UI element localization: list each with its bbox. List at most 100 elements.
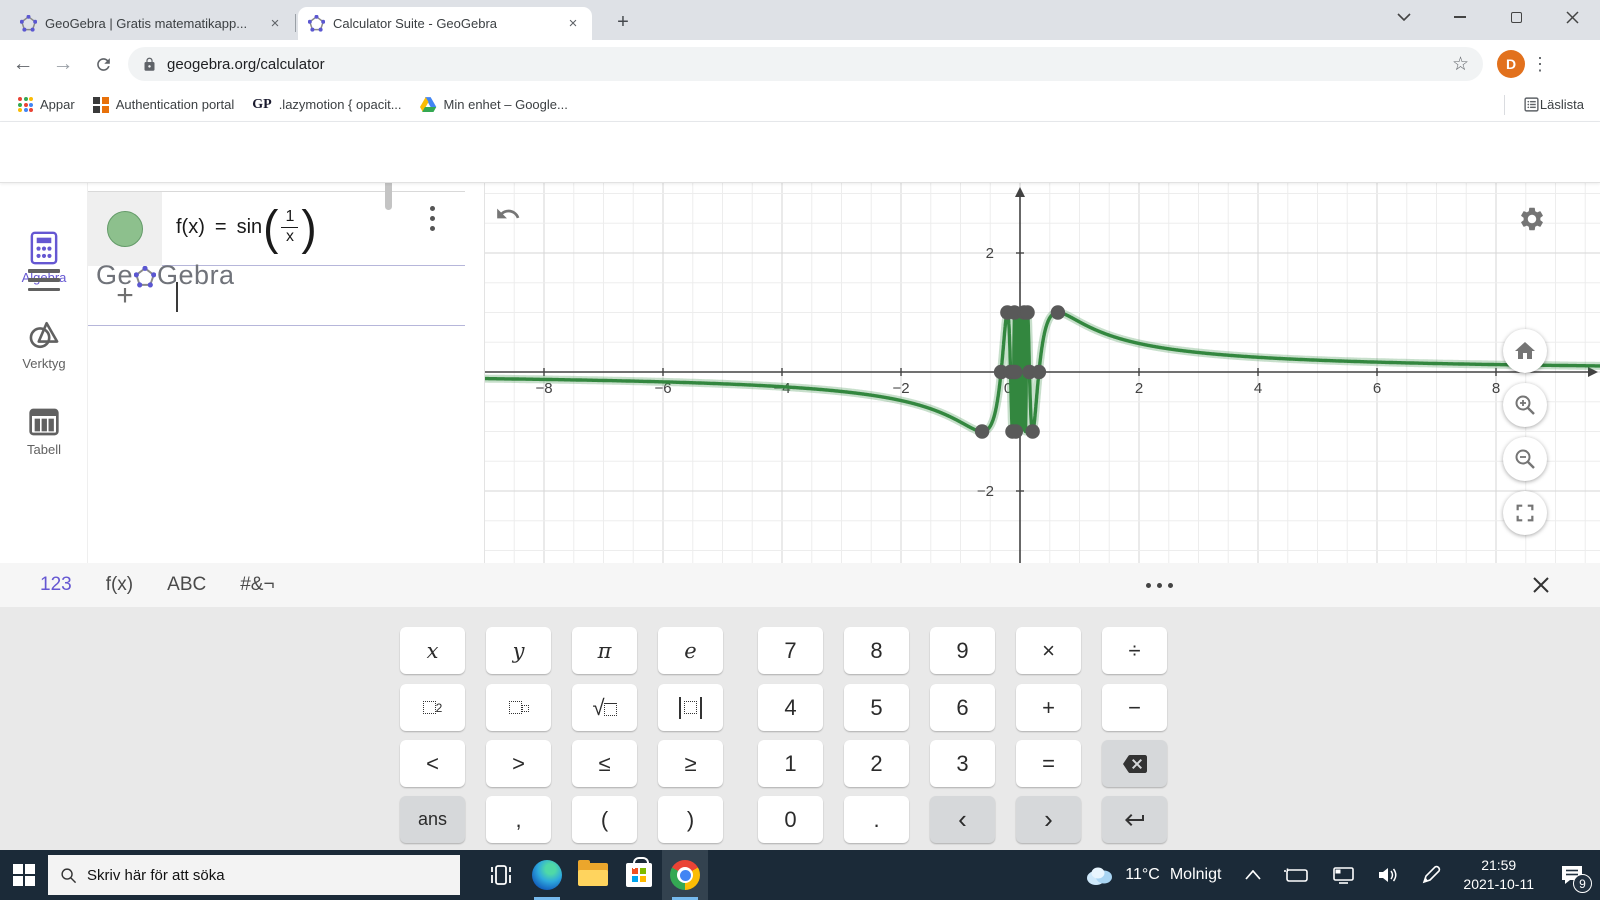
- key-=[interactable]: =: [1016, 740, 1081, 787]
- url-text[interactable]: geogebra.org/calculator: [167, 56, 1452, 73]
- key-4[interactable]: 4: [758, 684, 823, 731]
- bookmark-star-icon[interactable]: ☆: [1452, 53, 1469, 76]
- key-x[interactable]: x: [400, 627, 465, 674]
- taskbar-edge-button[interactable]: [524, 850, 570, 900]
- taskbar-clock[interactable]: 21:59 2021-10-11: [1463, 856, 1534, 894]
- network-display-icon[interactable]: [1331, 866, 1355, 884]
- tray-chevron-up-icon[interactable]: [1245, 870, 1262, 880]
- keyboard-tab-123[interactable]: 123: [40, 574, 72, 596]
- pen-icon[interactable]: [1421, 865, 1441, 885]
- visibility-toggle-marble[interactable]: [107, 211, 143, 247]
- key-3[interactable]: 3: [930, 740, 995, 787]
- graph-canvas[interactable]: −8 −6 −4 −2 2 4 6 82−20: [485, 183, 1600, 563]
- special-point[interactable]: [1008, 424, 1023, 439]
- battery-icon[interactable]: [1283, 867, 1309, 883]
- new-tab-button[interactable]: +: [610, 9, 636, 35]
- key-0[interactable]: 0: [758, 796, 823, 843]
- zoom-out-button[interactable]: [1503, 437, 1547, 481]
- address-bar[interactable]: geogebra.org/calculator ☆: [128, 47, 1483, 81]
- key-y[interactable]: y: [486, 627, 551, 674]
- key-6[interactable]: 6: [930, 684, 995, 731]
- keyboard-tab-fx[interactable]: f(x): [106, 574, 133, 596]
- reload-icon[interactable]: [86, 47, 120, 81]
- key-.[interactable]: .: [844, 796, 909, 843]
- taskbar-search-box[interactable]: Skriv här för att söka: [48, 855, 460, 895]
- keyboard-tab-abc[interactable]: ABC: [167, 574, 206, 596]
- key-−[interactable]: −: [1102, 684, 1167, 731]
- volume-icon[interactable]: [1377, 866, 1399, 884]
- key-π[interactable]: π: [572, 627, 637, 674]
- bookmark-authentication-portal[interactable]: Authentication portal: [92, 96, 234, 113]
- keyboard-close-icon[interactable]: [1530, 574, 1552, 596]
- graphics-view[interactable]: −8 −6 −4 −2 2 4 6 8 2 −2 0: [485, 183, 1600, 563]
- abs-box-key[interactable]: [658, 684, 723, 731]
- key-5[interactable]: 5: [844, 684, 909, 731]
- window-menu-chevron-icon[interactable]: [1376, 0, 1432, 34]
- caret-right-key[interactable]: ›: [1016, 796, 1081, 843]
- home-view-button[interactable]: [1503, 329, 1547, 373]
- special-point[interactable]: [1025, 424, 1040, 439]
- key->[interactable]: >: [486, 740, 551, 787]
- task-view-button[interactable]: [478, 850, 524, 900]
- backspace-key[interactable]: [1102, 740, 1167, 787]
- key-)[interactable]: ): [658, 796, 723, 843]
- window-close-button[interactable]: [1544, 0, 1600, 34]
- key-×[interactable]: ×: [1016, 627, 1081, 674]
- bookmark-lazymotion[interactable]: GP .lazymotion { opacit...: [252, 97, 401, 113]
- tab-geogebra-home[interactable]: GeoGebra | Gratis matematikapp... ×: [10, 7, 294, 40]
- keyboard-more-icon[interactable]: [1146, 583, 1173, 588]
- key-÷[interactable]: ÷: [1102, 627, 1167, 674]
- bookmark-appar[interactable]: Appar: [18, 97, 75, 112]
- key-+[interactable]: +: [1016, 684, 1081, 731]
- fullscreen-button[interactable]: [1503, 491, 1547, 535]
- bookmark-google-drive[interactable]: Min enhet – Google...: [419, 97, 568, 112]
- enter-key[interactable]: [1102, 796, 1167, 843]
- special-point[interactable]: [1031, 364, 1047, 380]
- tab-calculator-suite[interactable]: Calculator Suite - GeoGebra ×: [298, 7, 592, 40]
- caret-left-key[interactable]: ‹: [930, 796, 995, 843]
- sidebar-item-verktyg[interactable]: Verktyg: [0, 319, 88, 371]
- browser-menu-icon[interactable]: ⋮: [1525, 54, 1555, 75]
- graph-settings-gear-icon[interactable]: [1518, 205, 1546, 233]
- key-,[interactable]: ,: [486, 796, 551, 843]
- key-8[interactable]: 8: [844, 627, 909, 674]
- undo-icon[interactable]: [495, 201, 521, 227]
- taskbar-weather[interactable]: 11°C Molnigt: [1083, 864, 1221, 886]
- action-center-button[interactable]: 9: [1544, 850, 1600, 900]
- key-≤[interactable]: ≤: [572, 740, 637, 787]
- special-point[interactable]: [1008, 364, 1023, 380]
- power-box-key[interactable]: [486, 684, 551, 731]
- key-([interactable]: (: [572, 796, 637, 843]
- taskbar-store-button[interactable]: [616, 850, 662, 900]
- sidebar-item-tabell[interactable]: Tabell: [0, 407, 88, 457]
- row-menu-icon[interactable]: [430, 206, 435, 231]
- keyboard-tab-symbols[interactable]: #&¬: [240, 574, 274, 596]
- forward-icon[interactable]: →: [46, 47, 80, 81]
- taskbar-chrome-button[interactable]: [662, 850, 708, 900]
- special-point[interactable]: [1020, 305, 1035, 320]
- zoom-in-button[interactable]: [1503, 383, 1547, 427]
- tab-close-icon[interactable]: ×: [564, 15, 582, 33]
- special-point[interactable]: [1050, 305, 1066, 320]
- special-point[interactable]: [974, 424, 990, 439]
- start-button[interactable]: [0, 850, 48, 900]
- key-2[interactable]: 2: [844, 740, 909, 787]
- key-1[interactable]: 1: [758, 740, 823, 787]
- key-≥[interactable]: ≥: [658, 740, 723, 787]
- profile-avatar[interactable]: D: [1497, 50, 1525, 78]
- key-<[interactable]: <: [400, 740, 465, 787]
- key-e[interactable]: e: [658, 627, 723, 674]
- back-icon[interactable]: ←: [6, 47, 40, 81]
- reading-list-button[interactable]: Läslista: [1503, 94, 1584, 115]
- window-minimize-button[interactable]: [1432, 0, 1488, 34]
- square-box-key[interactable]: 2: [400, 684, 465, 731]
- taskbar-file-explorer-button[interactable]: [570, 850, 616, 900]
- algebra-row-1[interactable]: f(x) = sin ( 1x ): [88, 191, 465, 266]
- key-9[interactable]: 9: [930, 627, 995, 674]
- hamburger-menu-icon[interactable]: [28, 269, 60, 291]
- window-restore-button[interactable]: [1488, 0, 1544, 34]
- key-ans[interactable]: ans: [400, 796, 465, 843]
- tab-close-icon[interactable]: ×: [266, 15, 284, 33]
- key-7[interactable]: 7: [758, 627, 823, 674]
- sqrt-box-key[interactable]: √: [572, 684, 637, 731]
